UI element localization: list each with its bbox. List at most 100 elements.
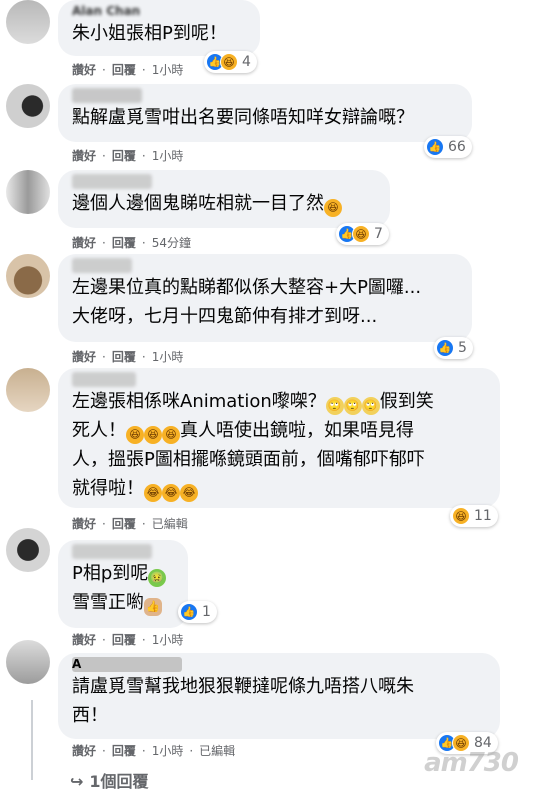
comment-bubble: 點解盧覓雪咁出名要同條唔知咩女辯論嘅？ [58, 84, 472, 142]
reaction-count: 11 [474, 508, 492, 524]
comment-text: 朱小姐張相P到呢！ [72, 23, 227, 44]
comment-actions: 讚好 · 回覆 · 1小時 · 已編輯 [72, 743, 235, 759]
comment-author[interactable] [72, 88, 142, 103]
comment-timestamp[interactable]: 1小時 [152, 148, 184, 164]
edited-label[interactable]: 已編輯 [152, 516, 188, 532]
reply-button[interactable]: 回覆 [112, 62, 136, 78]
like-button[interactable]: 讚好 [72, 62, 96, 78]
comment-bubble: P相p到呢 🤢 雪雪正喲 👍 [58, 540, 188, 628]
avatar[interactable] [6, 368, 50, 412]
reply-button[interactable]: 回覆 [112, 148, 136, 164]
thumbs-up-emoji-icon: 👍 [144, 598, 162, 616]
reaction-count: 5 [458, 340, 467, 356]
comment-bubble: A 請盧覓雪幫我地狠狠鞭撻呢條九唔搭八嘅朱 西！ [58, 653, 500, 739]
comment-author[interactable]: A [72, 657, 182, 672]
rolling-eyes-emoji-icon: 🙄 [361, 397, 380, 415]
laughing-emoji-icon: 😆 [144, 426, 162, 444]
avatar[interactable] [6, 528, 50, 572]
comment-author[interactable] [72, 174, 152, 189]
avatar[interactable] [6, 0, 50, 44]
nauseated-emoji-icon: 🤢 [148, 569, 167, 587]
reaction-summary[interactable]: 👍 😆 4 [204, 51, 257, 73]
comment-actions: 讚好 · 回覆 · 1小時 [72, 349, 183, 365]
reply-arrow-icon: ↪ [70, 772, 84, 791]
comment-actions: 讚好 · 回覆 · 1小時 [72, 148, 183, 164]
comment-text: 左邊果位真的點睇都似係大整容+大P圖囉... 大佬呀，七月十四鬼節仲有排才到呀.… [72, 277, 422, 327]
reply-button[interactable]: 回覆 [112, 516, 136, 532]
rolling-eyes-emoji-icon: 🙄 [325, 397, 344, 415]
reply-button[interactable]: 回覆 [112, 743, 136, 759]
avatar[interactable] [6, 254, 50, 298]
reply-button[interactable]: 回覆 [112, 349, 136, 365]
grinning-emoji-icon: 😂 [162, 484, 180, 502]
comment-bubble: 左邊張相係咪Animation嚟㗎？ 🙄 🙄 🙄 假到笑 死人！ 😆 😆 😆 真人唔使出鏡啦，如… [58, 368, 500, 508]
laughing-emoji-icon: 😆 [324, 199, 342, 217]
thumbs-up-icon: 👍 [436, 339, 454, 357]
comment-bubble: Alan Chan 朱小姐張相P到呢！ [58, 0, 260, 56]
like-button[interactable]: 讚好 [72, 235, 96, 251]
view-replies-link[interactable]: ↪ 1個回覆 [70, 768, 149, 792]
comment-actions: 讚好 · 回覆 · 54分鐘 [72, 235, 191, 251]
reaction-summary[interactable]: 👍 5 [434, 337, 473, 359]
comment-actions: 讚好 · 回覆 · 已編輯 [72, 516, 188, 532]
separator: · [102, 744, 106, 758]
avatar[interactable] [6, 640, 50, 684]
comment-timestamp[interactable]: 1小時 [152, 632, 184, 648]
laughing-emoji-icon: 😆 [162, 426, 180, 444]
separator: · [102, 63, 106, 77]
edited-label[interactable]: 已編輯 [199, 743, 235, 759]
reply-button[interactable]: 回覆 [112, 632, 136, 648]
rolling-eyes-emoji-icon: 🙄 [343, 397, 362, 415]
comment-timestamp[interactable]: 54分鐘 [152, 235, 191, 251]
comment-author[interactable]: Alan Chan [72, 4, 246, 19]
thumbs-up-icon: 👍 [426, 138, 444, 156]
comment-actions: 讚好 · 回覆 · 1小時 [72, 632, 183, 648]
comment-actions: 讚好 · 回覆 · 1小時 [72, 62, 183, 78]
comment-bubble: 左邊果位真的點睇都似係大整容+大P圖囉... 大佬呀，七月十四鬼節仲有排才到呀.… [58, 254, 472, 342]
thumbs-up-icon: 👍 [180, 603, 198, 621]
separator: · [189, 744, 194, 758]
laughing-face-icon: 😆 [352, 225, 370, 243]
comment-author[interactable] [72, 544, 152, 559]
comment-text: 左邊張相係咪Animation嚟㗎？ 🙄 🙄 🙄 假到笑 死人！ 😆 😆 😆 真人唔使出鏡啦，如… [72, 387, 486, 503]
like-button[interactable]: 讚好 [72, 148, 96, 164]
separator: · [141, 633, 146, 647]
comment-author[interactable] [72, 372, 136, 387]
like-button[interactable]: 讚好 [72, 632, 96, 648]
separator: · [141, 744, 146, 758]
reaction-count: 1 [202, 604, 211, 620]
separator: · [141, 517, 146, 531]
reaction-summary[interactable]: 😆 11 [450, 505, 498, 527]
view-replies-label: 1個回覆 [89, 772, 149, 791]
comment-author[interactable] [72, 258, 132, 273]
separator: · [102, 149, 106, 163]
reply-button[interactable]: 回覆 [112, 235, 136, 251]
separator: · [102, 633, 106, 647]
laughing-face-icon: 😆 [220, 53, 238, 71]
reaction-summary[interactable]: 👍 1 [178, 601, 217, 623]
comment-bubble: 邊個人邊個鬼睇咗相就一目了然 😆 [58, 170, 390, 228]
like-button[interactable]: 讚好 [72, 516, 96, 532]
separator: · [141, 149, 146, 163]
comment-text: P相p到呢 🤢 雪雪正喲 👍 [72, 559, 174, 617]
reaction-count: 7 [374, 226, 383, 242]
comment-timestamp[interactable]: 1小時 [152, 743, 184, 759]
thread-line [31, 700, 33, 780]
grinning-emoji-icon: 😂 [144, 484, 162, 502]
separator: · [102, 350, 106, 364]
reaction-summary[interactable]: 👍 😆 7 [336, 223, 389, 245]
comment-timestamp[interactable]: 1小時 [152, 349, 184, 365]
reaction-summary[interactable]: 👍 66 [424, 136, 472, 158]
reaction-count: 4 [242, 54, 251, 70]
separator: · [141, 350, 146, 364]
laughing-face-icon: 😆 [452, 507, 470, 525]
avatar[interactable] [6, 170, 50, 214]
separator: · [102, 517, 106, 531]
like-button[interactable]: 讚好 [72, 349, 96, 365]
like-button[interactable]: 讚好 [72, 743, 96, 759]
avatar[interactable] [6, 84, 50, 128]
comment-text: 邊個人邊個鬼睇咗相就一目了然 😆 [72, 189, 376, 218]
comment-timestamp[interactable]: 1小時 [152, 62, 184, 78]
comment-text: 點解盧覓雪咁出名要同條唔知咩女辯論嘅？ [72, 107, 414, 128]
watermark-logo: am730 [424, 748, 519, 778]
